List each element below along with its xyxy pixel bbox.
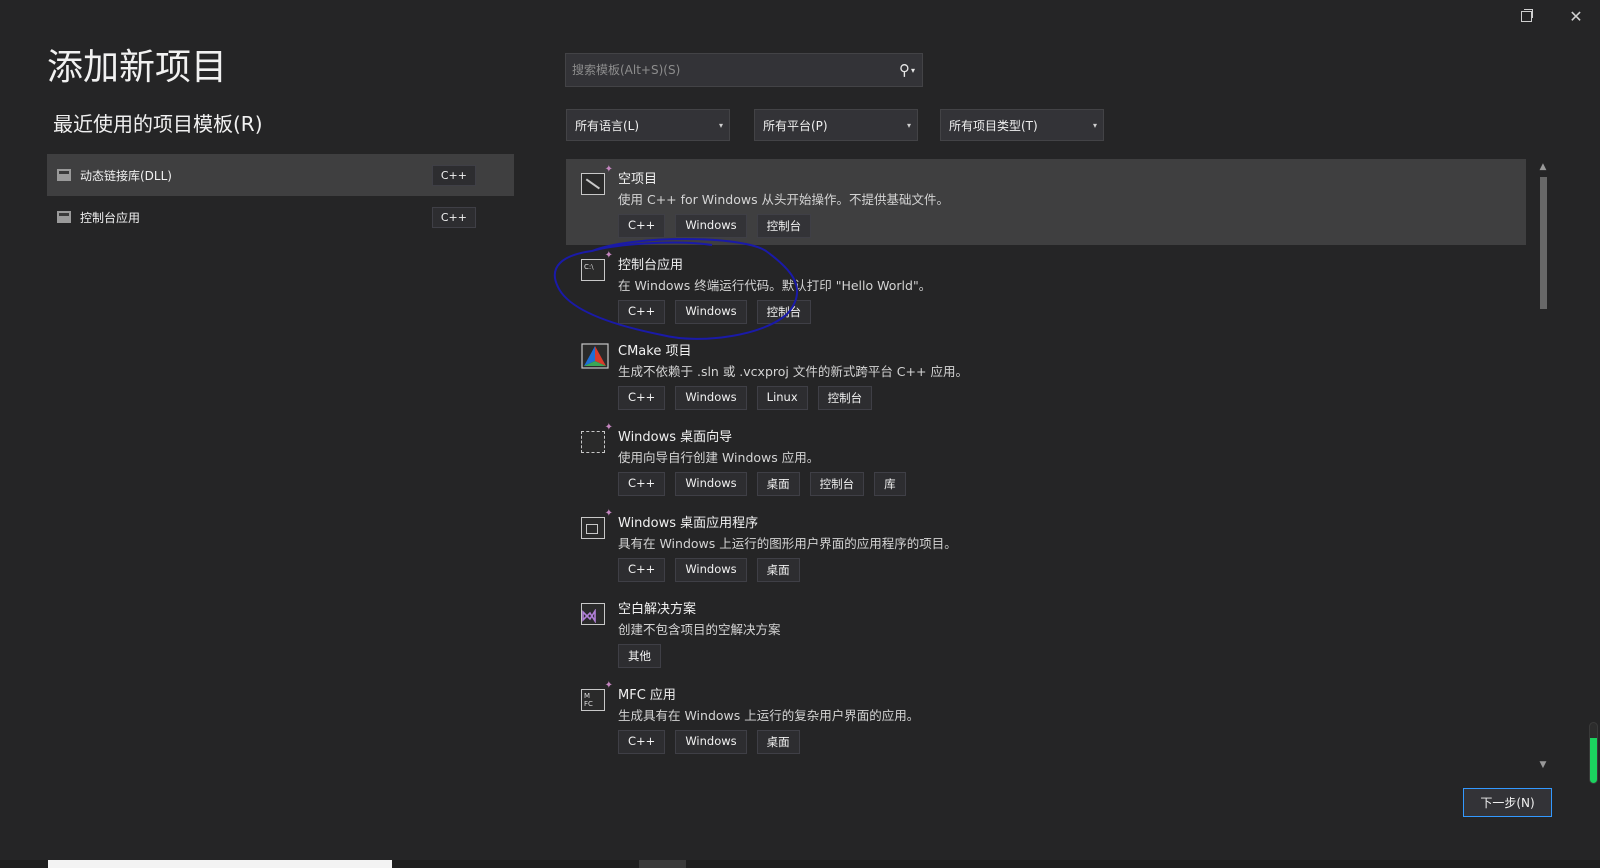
restore-icon-box <box>1521 11 1532 22</box>
scroll-down-arrow-icon[interactable]: ▼ <box>1536 759 1550 771</box>
template-item[interactable]: M FC ✦ MFC 应用生成具有在 Windows 上运行的复杂用户界面的应用。 C+… <box>566 675 1526 761</box>
template-tag: Windows <box>675 558 747 582</box>
dll-icon <box>57 169 71 181</box>
template-tag: C++ <box>618 214 666 238</box>
chevron-down-icon: ▾ <box>1092 120 1097 130</box>
taskbar-search-box[interactable] <box>48 860 392 868</box>
blank-solution-icon <box>581 599 609 627</box>
recent-templates-list: 动态链接库(DLL) C++ 控制台应用 C++ <box>47 154 514 238</box>
language-filter-dropdown[interactable]: 所有语言(L) ▾ <box>566 109 730 141</box>
recent-template-label: 控制台应用 <box>80 210 141 225</box>
template-tag: 控制台 <box>809 472 865 496</box>
template-tag: 桌面 <box>756 472 800 496</box>
template-tag: 库 <box>874 472 906 496</box>
empty-project-icon: ✦ <box>581 165 613 197</box>
search-box: ⚲▾ <box>565 53 923 87</box>
sparkle-icon: ✦ <box>604 508 613 519</box>
template-description: 生成不依赖于 .sln 或 .vcxproj 文件的新式跨平台 C++ 应用。 <box>618 364 968 379</box>
project-type-filter-dropdown[interactable]: 所有项目类型(T) ▾ <box>940 109 1104 141</box>
template-name: Windows 桌面向导 <box>618 430 733 445</box>
sparkle-icon: ✦ <box>604 164 613 175</box>
template-tag: 桌面 <box>756 558 800 582</box>
scrollbar-thumb[interactable] <box>1540 177 1547 309</box>
template-item[interactable]: CMake 项目生成不依赖于 .sln 或 .vcxproj 文件的新式跨平台 … <box>566 331 1526 417</box>
close-window-button[interactable]: ✕ <box>1562 6 1590 28</box>
language-tag: C++ <box>431 164 476 186</box>
template-tags: 其他 <box>618 644 661 668</box>
chevron-down-icon: ▾ <box>718 120 723 130</box>
template-description: 使用 C++ for Windows 从头开始操作。不提供基础文件。 <box>618 192 950 207</box>
platform-filter-dropdown[interactable]: 所有平台(P) ▾ <box>754 109 918 141</box>
template-tag: C++ <box>618 472 666 496</box>
template-tags: C++ Windows 桌面 控制台库 <box>618 472 906 496</box>
template-description: 生成具有在 Windows 上运行的复杂用户界面的应用。 <box>618 708 920 723</box>
template-item[interactable]: 空白解决方案创建不包含项目的空解决方案其他 <box>566 589 1526 675</box>
template-item[interactable]: ✦ Windows 桌面应用程序具有在 Windows 上运行的图形用户界面的应用… <box>566 503 1526 589</box>
template-tags: C++ Windows 控制台 <box>618 214 812 238</box>
template-description: 使用向导自行创建 Windows 应用。 <box>618 450 820 465</box>
template-tag: C++ <box>618 386 666 410</box>
template-tags: C++ Windows Linux 控制台 <box>618 386 873 410</box>
recent-template-label: 动态链接库(DLL) <box>80 168 172 183</box>
console-app-icon: C:\ ✦ <box>581 251 613 283</box>
level-gauge <box>1589 722 1598 784</box>
sparkle-icon: ✦ <box>604 250 613 261</box>
taskbar <box>0 860 1600 868</box>
search-input[interactable] <box>566 62 892 78</box>
template-name: MFC 应用 <box>618 688 676 703</box>
template-description: 在 Windows 终端运行代码。默认打印 "Hello World"。 <box>618 278 932 293</box>
template-tag: Windows <box>675 472 747 496</box>
language-tag: C++ <box>431 206 476 228</box>
template-item[interactable]: C:\ ✦ 控制台应用在 Windows 终端运行代码。默认打印 "Hello Wo… <box>566 245 1526 331</box>
template-tag: C++ <box>618 300 666 324</box>
restore-window-button[interactable] <box>1513 6 1541 28</box>
scroll-up-arrow-icon[interactable]: ▲ <box>1536 161 1550 173</box>
template-name: 空项目 <box>618 172 658 187</box>
template-description: 具有在 Windows 上运行的图形用户界面的应用程序的项目。 <box>618 536 957 551</box>
template-list: ✦ 空项目使用 C++ for Windows 从头开始操作。不提供基础文件。 C+… <box>566 159 1526 771</box>
template-tag: 控制台 <box>817 386 873 410</box>
page-title: 添加新项目 <box>47 47 228 88</box>
template-tag: Windows <box>675 386 747 410</box>
search-icon[interactable]: ⚲ ▾ <box>892 54 922 86</box>
language-filter-value: 所有语言(L) <box>575 118 640 133</box>
template-tag: C++ <box>618 730 666 754</box>
mfc-app-icon: M FC ✦ <box>581 681 613 713</box>
template-tags: C++ Windows 桌面 <box>618 730 800 754</box>
desktop-wizard-icon: ✦ <box>581 423 613 455</box>
template-name: CMake 项目 <box>618 344 692 359</box>
desktop-app-icon: ✦ <box>581 509 613 541</box>
template-name: 空白解决方案 <box>618 602 697 617</box>
template-item[interactable]: ✦ Windows 桌面向导使用向导自行创建 Windows 应用。 C++ Wind… <box>566 417 1526 503</box>
taskbar-active-app[interactable] <box>639 860 686 868</box>
template-tag: 桌面 <box>756 730 800 754</box>
cmake-icon <box>581 341 609 369</box>
template-item[interactable]: ✦ 空项目使用 C++ for Windows 从头开始操作。不提供基础文件。 C+… <box>566 159 1526 245</box>
level-gauge-fill <box>1590 738 1597 783</box>
recent-templates-heading: 最近使用的项目模板(R) <box>53 112 263 136</box>
template-description: 创建不包含项目的空解决方案 <box>618 622 781 637</box>
template-name: Windows 桌面应用程序 <box>618 516 759 531</box>
template-tag: 控制台 <box>756 214 812 238</box>
recent-template-item[interactable]: 动态链接库(DLL) C++ <box>47 154 514 196</box>
sparkle-icon: ✦ <box>604 680 613 691</box>
template-tags: C++ Windows 桌面 <box>618 558 800 582</box>
template-tag: Windows <box>675 214 747 238</box>
template-tag: C++ <box>618 558 666 582</box>
console-app-icon <box>57 211 71 223</box>
next-button[interactable]: 下一步(N) <box>1463 788 1552 817</box>
template-tag: 控制台 <box>756 300 812 324</box>
template-name: 控制台应用 <box>618 258 684 273</box>
template-tag: Windows <box>675 300 747 324</box>
template-tags: C++ Windows 控制台 <box>618 300 812 324</box>
platform-filter-value: 所有平台(P) <box>763 118 828 133</box>
template-tag: Linux <box>756 386 808 410</box>
chevron-down-icon: ▾ <box>906 120 911 130</box>
template-tag: 其他 <box>618 644 661 668</box>
template-list-scrollbar[interactable]: ▲ ▼ <box>1536 161 1550 771</box>
project-type-filter-value: 所有项目类型(T) <box>949 118 1038 133</box>
template-tag: Windows <box>675 730 747 754</box>
recent-template-item[interactable]: 控制台应用 C++ <box>47 196 514 238</box>
sparkle-icon: ✦ <box>604 422 613 433</box>
